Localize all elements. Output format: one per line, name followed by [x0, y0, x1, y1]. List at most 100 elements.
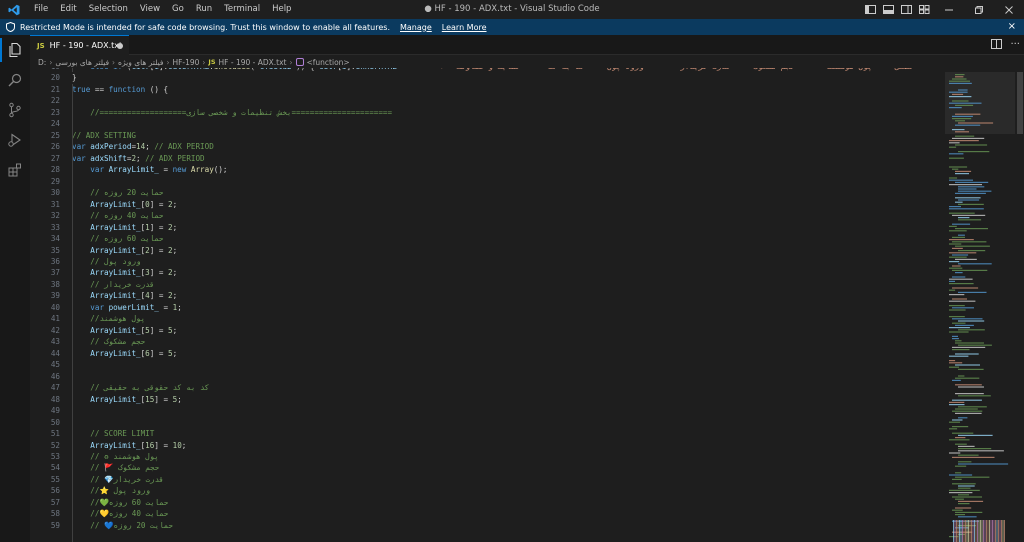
menu-file[interactable]: File	[28, 0, 54, 19]
breadcrumb-folder-3[interactable]: HF-190	[172, 58, 199, 67]
menu-selection[interactable]: Selection	[83, 0, 134, 19]
minimap-line	[958, 329, 985, 331]
minimap-line	[983, 520, 984, 542]
code-editor[interactable]: 1920212223242526272829303132333435363738…	[30, 68, 945, 542]
minimap-line	[955, 120, 965, 122]
source-control-icon[interactable]	[0, 95, 30, 125]
close-banner-icon[interactable]: ×	[1008, 21, 1016, 32]
breadcrumb-folder-1[interactable]: فیلتر های بورسی	[55, 58, 109, 67]
code-line[interactable]: // قدرت خریدار	[72, 279, 154, 290]
toggle-secondary-sidebar-icon[interactable]	[898, 0, 914, 19]
code-line[interactable]: // کد به کد حقوقی به حقیقی	[72, 382, 209, 393]
title-controls	[862, 0, 1024, 19]
minimap-line	[952, 236, 965, 238]
code-line[interactable]: ArrayLimit_[2] = 2;	[72, 245, 177, 256]
code-line[interactable]: var powerLimit_ = 1;	[72, 302, 181, 313]
code-line[interactable]: else if (citr[i].outerHTML.includes( cYi…	[72, 68, 918, 72]
unsaved-dot-icon[interactable]	[117, 43, 123, 49]
minimap-line	[952, 223, 971, 225]
menu-terminal[interactable]: Terminal	[218, 0, 266, 19]
code-line[interactable]: var ArrayLimit_ = new Array();	[72, 164, 227, 175]
code-line[interactable]: ArrayLimit_[16] = 10;	[72, 440, 186, 451]
code-line[interactable]: // ADX SETTING	[72, 130, 136, 141]
code-line[interactable]: }	[72, 72, 77, 83]
scrollbar-thumb[interactable]	[1017, 72, 1023, 134]
minimap-line	[958, 461, 972, 463]
code-line[interactable]: // 💎قدرت خریدار	[72, 474, 163, 485]
code-line[interactable]: //===================بخش تنظیمات و شخصی …	[72, 107, 392, 118]
code-line[interactable]: ArrayLimit_[5] = 5;	[72, 325, 177, 336]
menu-help[interactable]: Help	[266, 0, 297, 19]
minimap-line	[949, 225, 957, 227]
code-line[interactable]: //⭐ ورود پول	[72, 485, 150, 496]
code-line[interactable]: ArrayLimit_[1] = 2;	[72, 222, 177, 233]
minimap-line	[949, 360, 956, 362]
menu-view[interactable]: View	[134, 0, 166, 19]
search-icon[interactable]	[0, 65, 30, 95]
code-line[interactable]: ArrayLimit_[0] = 2;	[72, 199, 177, 210]
code-line[interactable]: //💚حمایت 60 روزه	[72, 497, 168, 508]
minimap[interactable]	[945, 68, 1015, 542]
breadcrumb-symbol[interactable]: <function>	[307, 58, 350, 67]
minimap-line	[952, 318, 983, 320]
toggle-primary-sidebar-icon[interactable]	[862, 0, 878, 19]
code-line[interactable]: // 🚩 حجم مشکوک	[72, 462, 159, 473]
minimap-line	[955, 443, 967, 445]
code-line[interactable]: ArrayLimit_[15] = 5;	[72, 394, 181, 405]
code-line[interactable]: ArrayLimit_[3] = 2;	[72, 267, 177, 278]
line-number: 23	[50, 107, 60, 117]
vertical-scrollbar[interactable]	[1015, 68, 1024, 542]
line-number: 27	[50, 153, 60, 163]
code-line[interactable]: // حمایت 40 روزه	[72, 210, 163, 221]
minimap-line	[956, 520, 957, 542]
function-symbol-icon	[295, 58, 304, 66]
run-debug-icon[interactable]	[0, 125, 30, 155]
menu-go[interactable]: Go	[166, 0, 190, 19]
minimap-line	[949, 179, 973, 181]
extensions-icon[interactable]	[0, 155, 30, 185]
code-line[interactable]: // ♻ پول هوشمند	[72, 451, 159, 462]
code-line[interactable]: // حجم مشکوک	[72, 336, 145, 347]
code-line[interactable]: ArrayLimit_[4] = 2;	[72, 290, 177, 301]
code-line[interactable]: //💛حمایت 40 روزه	[72, 508, 168, 519]
minimap-line	[1002, 520, 1004, 542]
code-line[interactable]: true == function () {	[72, 84, 168, 95]
toggle-panel-icon[interactable]	[880, 0, 896, 19]
minimap-line	[955, 476, 990, 478]
minimap-line	[949, 239, 974, 241]
minimap-line	[949, 230, 967, 232]
split-editor-icon[interactable]	[991, 38, 1003, 52]
code-line[interactable]: // 💙حمایت 20 روزه	[72, 520, 173, 531]
learn-more-link[interactable]: Learn More	[442, 23, 487, 32]
code-line[interactable]: var adxPeriod=14; // ADX PERIOD	[72, 141, 214, 152]
code-line[interactable]: // حمایت 60 روزه	[72, 233, 163, 244]
code-line[interactable]: // حمایت 20 روزه	[72, 187, 163, 198]
code-line[interactable]: var adxShift=2; // ADX PERIOD	[72, 153, 205, 164]
minimap-line	[958, 219, 982, 221]
manage-link[interactable]: Manage	[400, 23, 432, 32]
minimap-line	[952, 419, 963, 421]
tab-hf-190-adx[interactable]: JS HF - 190 - ADX.txt	[30, 35, 129, 55]
breadcrumb-folder-2[interactable]: فیلتر های ویژه	[118, 58, 163, 67]
menu-run[interactable]: Run	[190, 0, 218, 19]
minimize-icon[interactable]	[934, 0, 964, 19]
restore-icon[interactable]	[964, 0, 994, 19]
explorer-icon[interactable]	[0, 35, 30, 65]
code-area[interactable]: else if (citr[i].outerHTML.includes( cYi…	[72, 68, 945, 542]
minimap-line	[949, 492, 973, 494]
minimap-line	[955, 377, 980, 379]
code-line[interactable]: ArrayLimit_[6] = 5;	[72, 348, 177, 359]
minimap-line	[949, 267, 963, 269]
minimap-line	[949, 80, 970, 82]
line-number: 28	[50, 165, 60, 175]
more-actions-icon[interactable]: ···	[1010, 40, 1020, 50]
code-line[interactable]: // SCORE LIMIT	[72, 428, 154, 439]
breadcrumb-drive[interactable]: D:	[38, 58, 46, 67]
breadcrumb-file[interactable]: HF - 190 - ADX.txt	[219, 58, 287, 67]
close-window-icon[interactable]	[994, 0, 1024, 19]
code-line[interactable]: // ورود پول	[72, 256, 140, 267]
code-line[interactable]: //پول هوشمند	[72, 313, 145, 324]
menu-edit[interactable]: Edit	[54, 0, 82, 19]
minimap-line	[952, 349, 970, 351]
customize-layout-icon[interactable]	[916, 0, 932, 19]
